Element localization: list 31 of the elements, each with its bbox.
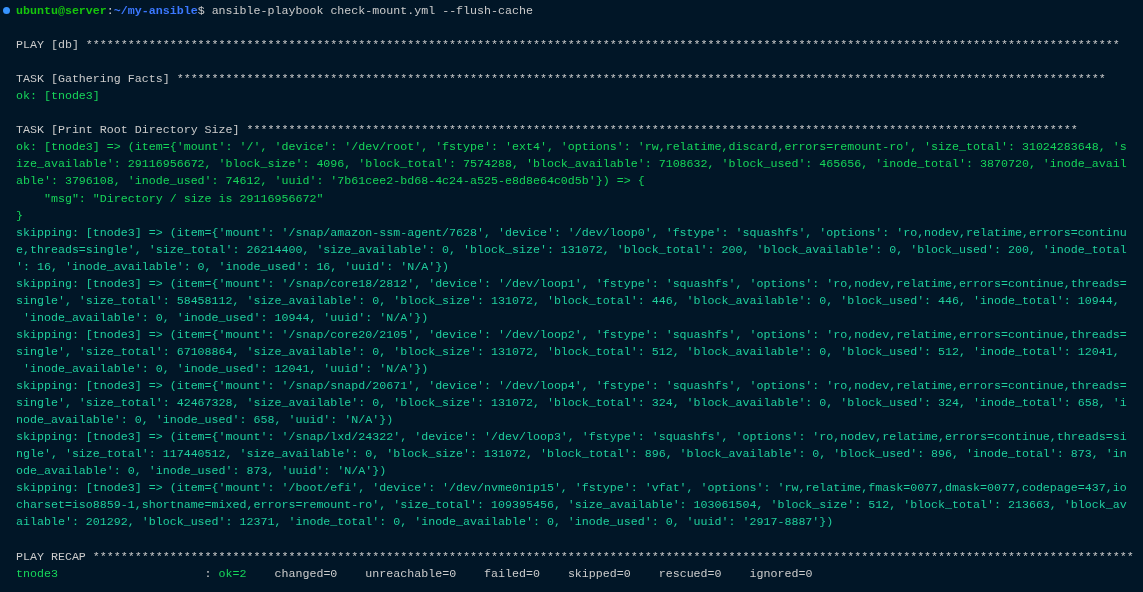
section-header: TASK [Print Root Directory Size] *********************************************************************************************************************** bbox=[16, 123, 1078, 137]
output-line: ngle', 'size_total': 117440512, 'size_available': 0, 'block_size': 131072, 'block_total': 896, 'block_available': 0, 'block_used': 896, 'inode_total': 873, 'in bbox=[16, 447, 1127, 461]
output-line: ize_available': 29116956672, 'block_size': 4096, 'block_total': 7574288, 'block_available': 7108632, 'block_used': 465656, 'inode_total': 3870720, 'inode_avail bbox=[16, 157, 1127, 171]
output-line: node_available': 0, 'inode_used': 658, 'uuid': 'N/A'}) bbox=[16, 413, 394, 427]
output-line: skipping: [tnode3] => (item={'mount': '/snap/lxd/24322', 'device': '/dev/loop3', 'fstype': 'squashfs', 'options': 'ro,nodev,relatime,errors=continue,threads=si bbox=[16, 430, 1127, 444]
section-header: PLAY [db] **************************************************************************************************************************************************** bbox=[16, 38, 1120, 52]
output-line: single', 'size_total': 58458112, 'size_available': 0, 'block_size': 131072, 'block_total': 446, 'block_available': 0, 'block_used': 446, 'inode_total': 10944, bbox=[16, 293, 1120, 307]
output-line: skipping: [tnode3] => (item={'mount': '/snap/snapd/20671', 'device': '/dev/loop4', 'fstype': 'squashfs', 'options': 'ro,nodev,relatime,errors=continue,threads= bbox=[16, 379, 1127, 393]
output-line: ode_available': 0, 'inode_used': 873, 'uuid': 'N/A'}) bbox=[16, 464, 387, 478]
output-line: ok: [tnode3] => (item={'mount': '/', 'device': '/dev/root', 'fstype': 'ext4', 'options': 'rw,relatime,discard,errors=remount-ro', 'size_total': 31024283648, 's bbox=[16, 140, 1127, 154]
output-line: "msg": "Directory / size is 29116956672" bbox=[42, 191, 324, 205]
recap-line: tnode3 : ok=2 changed=0 unreachable=0 failed=0 skipped=0 rescued=0 ignored=0 bbox=[16, 566, 813, 580]
output-line: e,threads=single', 'size_total': 26214400, 'size_available': 0, 'block_size': 131072, 'block_total': 200, 'block_available': 0, 'block_used': 200, 'inode_total bbox=[16, 242, 1127, 256]
output-line: single', 'size_total': 67108864, 'size_available': 0, 'block_size': 131072, 'block_total': 512, 'block_available': 0, 'block_used': 512, 'inode_total': 12041, bbox=[16, 344, 1120, 358]
section-header: PLAY RECAP ***************************************************************************************************************************************************** bbox=[16, 549, 1134, 563]
output-line: } bbox=[16, 208, 23, 222]
section-header: TASK [Gathering Facts] ************************************************************************************************************************************* bbox=[16, 72, 1106, 86]
output-line: skipping: [tnode3] => (item={'mount': '/snap/amazon-ssm-agent/7628', 'device': '/dev/loop0', 'fstype': 'squashfs', 'options': 'ro,nodev,relatime,errors=continu bbox=[16, 225, 1127, 239]
output-line: skipping: [tnode3] => (item={'mount': '/boot/efi', 'device': '/dev/nvme0n1p15', 'fstype': 'vfat', 'options': 'rw,relatime,fmask=0077,dmask=0077,codepage=437,io bbox=[16, 481, 1127, 495]
output-line: skipping: [tnode3] => (item={'mount': '/snap/core18/2812', 'device': '/dev/loop1', 'fstype': 'squashfs', 'options': 'ro,nodev,relatime,errors=continue,threads= bbox=[16, 276, 1127, 290]
output-line: charset=iso8859-1,shortname=mixed,errors=remount-ro', 'size_total': 109395456, 'size_available': 103061504, 'block_size': 512, 'block_total': 213663, 'block_av bbox=[16, 498, 1127, 512]
output-line: ailable': 201292, 'block_used': 12371, 'inode_total': 0, 'inode_available': 0, 'inode_used': 0, 'uuid': '2917-8887'}) bbox=[16, 515, 834, 529]
output-line: single', 'size_total': 42467328, 'size_available': 0, 'block_size': 131072, 'block_total': 324, 'block_available': 0, 'block_used': 324, 'inode_total': 658, 'i bbox=[16, 396, 1127, 410]
output-line: 'inode_available': 0, 'inode_used': 12041, 'uuid': 'N/A'}) bbox=[22, 362, 429, 375]
output-line: skipping: [tnode3] => (item={'mount': '/snap/core20/2105', 'device': '/dev/loop2', 'fstype': 'squashfs', 'options': 'ro,nodev,relatime,errors=continue,threads= bbox=[16, 327, 1127, 341]
output-line: ok: [tnode3] bbox=[16, 89, 100, 103]
command-line: ubuntu@server:~/my-ansible$ ansible-playbook check-mount.yml --flush-cache bbox=[16, 3, 533, 19]
output-line: able': 3796108, 'inode_used': 74612, 'uuid': '7b61cee2-bd68-4c24-a525-e8d8e64c0d5b'}) => { bbox=[16, 174, 645, 188]
command-status-icon bbox=[3, 7, 10, 14]
output-line: 'inode_available': 0, 'inode_used': 10944, 'uuid': 'N/A'}) bbox=[22, 310, 429, 324]
output-line: ': 16, 'inode_available': 0, 'inode_used': 16, 'uuid': 'N/A'}) bbox=[16, 259, 450, 273]
